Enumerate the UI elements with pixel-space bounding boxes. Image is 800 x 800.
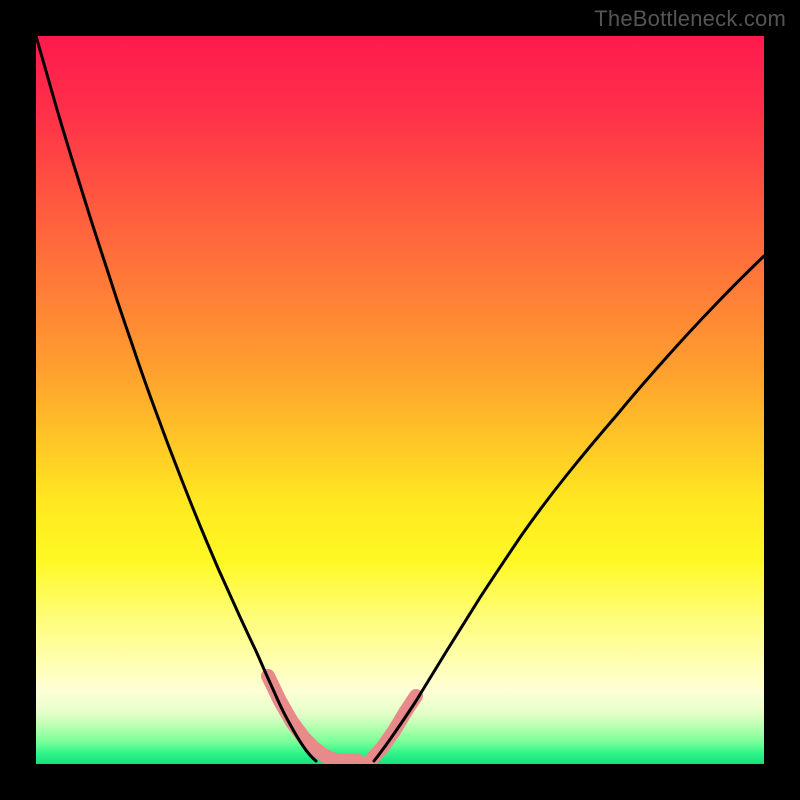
plot-area xyxy=(36,36,764,764)
chart-svg xyxy=(36,36,764,764)
attribution-watermark: TheBottleneck.com xyxy=(594,6,786,32)
bottom-marker-left xyxy=(268,676,358,761)
chart-frame: TheBottleneck.com xyxy=(0,0,800,800)
curve-right-branch xyxy=(374,256,764,761)
bottom-marker-right xyxy=(370,696,416,761)
curve-left-branch xyxy=(36,36,316,761)
